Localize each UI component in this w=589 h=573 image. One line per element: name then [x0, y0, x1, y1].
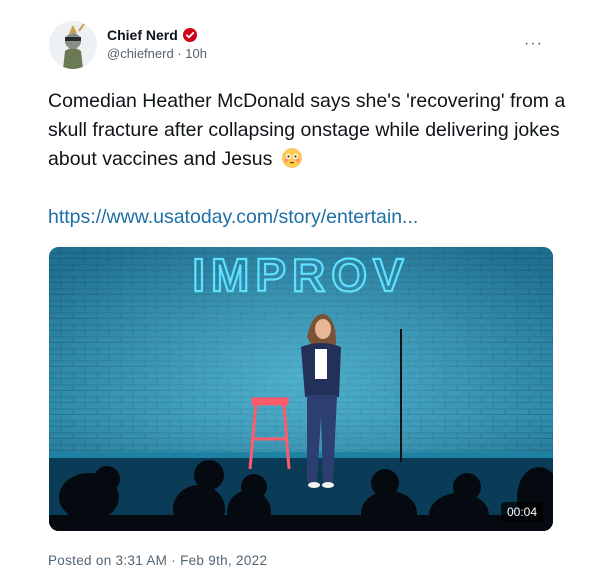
tweet-text: Comedian Heather McDonald says she's 're…: [48, 87, 568, 174]
video-player[interactable]: IMPROV 00:04: [49, 247, 553, 531]
neon-sign-text: IMPROV: [192, 249, 409, 301]
video-duration: 00:04: [500, 502, 543, 522]
meta-separator: ·: [173, 46, 186, 61]
article-link[interactable]: https://www.usatoday.com/story/entertain…: [48, 206, 418, 229]
posted-timestamp: Posted on 3:31 AM · Feb 9th, 2022: [48, 553, 268, 568]
avatar[interactable]: [49, 21, 97, 69]
time-ago[interactable]: 10h: [185, 46, 207, 61]
video-thumbnail: IMPROV: [49, 247, 553, 531]
more-options-icon[interactable]: ···: [524, 35, 543, 53]
author-name[interactable]: Chief Nerd: [107, 27, 178, 43]
tweet-body: Comedian Heather McDonald says she's 're…: [48, 90, 566, 170]
avatar-image: [49, 21, 97, 69]
author-row: Chief Nerd: [107, 27, 197, 43]
author-handle[interactable]: @chiefnerd: [107, 46, 174, 61]
verified-badge-icon: [182, 28, 197, 42]
flushed-face-icon: [282, 148, 302, 168]
tweet-meta: @chiefnerd · 10h: [107, 46, 207, 61]
